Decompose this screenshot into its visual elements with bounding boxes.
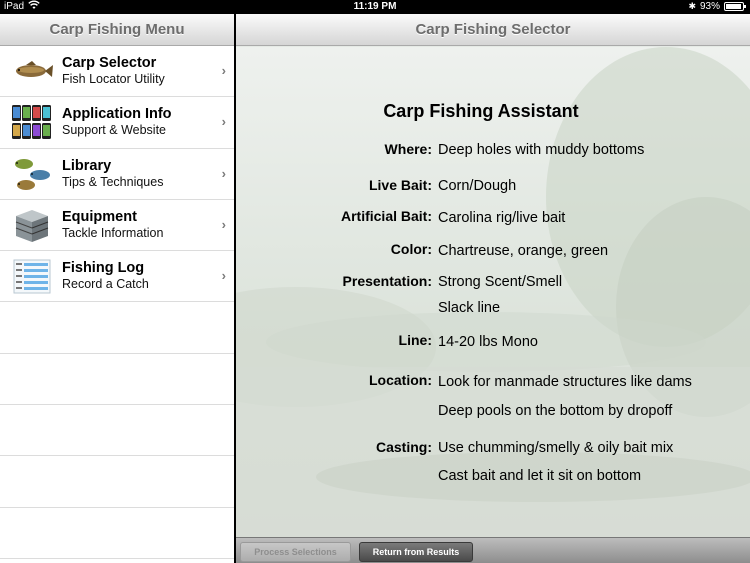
line-label: Line: [398, 332, 432, 348]
menu-item-title: Application Info [62, 106, 172, 123]
menu-item-title: Equipment [62, 209, 137, 226]
log-sheet-icon [10, 257, 54, 295]
empty-row [0, 508, 234, 559]
line-value: 14-20 lbs Mono [438, 334, 538, 350]
process-selections-button[interactable]: Process Selections [240, 542, 351, 562]
status-bar: iPad 11:19 PM ✱ 93% [0, 0, 750, 14]
chevron-right-icon: › [221, 165, 226, 181]
clock: 11:19 PM [353, 1, 397, 12]
menu-item-application-info[interactable]: Application Info Support & Website › [0, 97, 234, 149]
master-title: Carp Fishing Menu [49, 21, 185, 38]
menu-item-title: Fishing Log [62, 260, 145, 277]
master-navbar: Carp Fishing Menu [0, 14, 234, 46]
menu-item-subtitle: Tackle Information [62, 226, 164, 241]
menu-item-subtitle: Fish Locator Utility [62, 72, 165, 87]
menu-item-subtitle: Support & Website [62, 123, 166, 138]
battery-percent: 93% [699, 1, 720, 12]
chevron-right-icon: › [221, 114, 226, 130]
carp-fish-icon [10, 52, 54, 90]
presentation-value-1: Strong Scent/Smell [438, 274, 563, 290]
menu-item-fishing-log[interactable]: Fishing Log Record a Catch › [0, 251, 234, 303]
where-label: Where: [384, 141, 432, 157]
empty-row [0, 354, 234, 406]
color-label: Color: [390, 241, 432, 257]
menu-item-title: Carp Selector [62, 55, 157, 72]
tackle-box-icon [10, 206, 54, 244]
detail-navbar: Carp Fishing Selector [236, 14, 750, 46]
chevron-right-icon: › [221, 63, 226, 78]
live-bait-value: Corn/Dough [438, 178, 517, 194]
where-value: Deep holes with muddy bottoms [438, 142, 645, 158]
empty-row [0, 405, 234, 457]
color-value: Chartreuse, orange, green [438, 243, 609, 259]
detail-title: Carp Fishing Selector [415, 21, 571, 38]
menu-item-title: Library [62, 157, 112, 174]
phones-icon [10, 103, 54, 141]
location-value-2: Deep pools on the bottom by dropoff [438, 403, 673, 419]
menu-item-subtitle: Tips & Techniques [62, 174, 164, 189]
casting-value-2: Cast bait and let it sit on bottom [438, 468, 642, 484]
location-label: Location: [369, 372, 432, 388]
artificial-bait-value: Carolina rig/live bait [438, 210, 566, 226]
menu-item-library[interactable]: Library Tips & Techniques › [0, 149, 234, 200]
location-value-1: Look for manmade structures like dams [438, 374, 692, 390]
artificial-bait-label: Artificial Bait: [340, 208, 432, 224]
menu-list: Carp Selector Fish Locator Utility › App… [0, 46, 234, 559]
battery-icon [724, 2, 746, 11]
casting-value-1: Use chumming/smelly & oily bait mix [438, 440, 674, 456]
presentation-label: Presentation: [342, 273, 432, 289]
battery-fill [726, 4, 741, 9]
detail-pane: Carp Fishing Selector Carp Fishing Assis… [236, 14, 750, 563]
empty-row [0, 302, 234, 354]
bottom-toolbar: Process Selections Return from Results [236, 537, 750, 563]
live-bait-label: Live Bait: [368, 177, 432, 193]
empty-row [0, 456, 234, 508]
menu-item-carp-selector[interactable]: Carp Selector Fish Locator Utility › [0, 46, 234, 98]
results-panel: Carp Fishing Assistant Where: Deep holes… [236, 47, 750, 537]
presentation-value-2: Slack line [438, 300, 501, 316]
menu-item-subtitle: Record a Catch [62, 277, 149, 292]
menu-item-equipment[interactable]: Equipment Tackle Information › [0, 200, 234, 252]
chevron-right-icon: › [221, 268, 226, 284]
master-pane: Carp Fishing Menu Carp Selector Fish Loc… [0, 14, 234, 563]
casting-label: Casting: [376, 439, 432, 455]
fish-tips-icon [10, 155, 54, 193]
results-heading: Carp Fishing Assistant [383, 101, 579, 121]
return-from-results-button[interactable]: Return from Results [359, 542, 473, 562]
chevron-right-icon: › [221, 216, 226, 232]
bluetooth-icon: ✱ [688, 1, 696, 11]
